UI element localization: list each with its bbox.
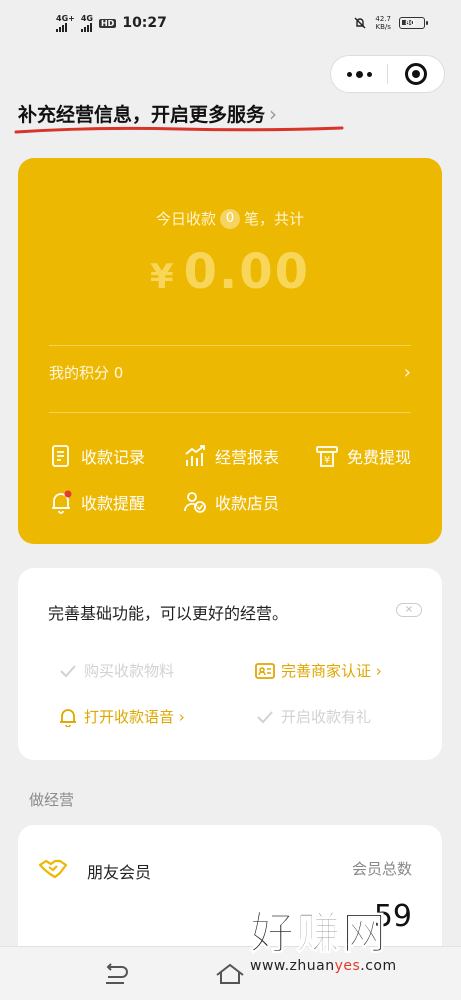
status-right: 42.7 KB/s 80: [353, 15, 428, 31]
home-icon[interactable]: [215, 961, 245, 987]
menu-label: 收款提醒: [81, 494, 146, 513]
withdraw-button[interactable]: ¥ 免费提现: [315, 444, 411, 468]
report-chart-icon: [185, 445, 205, 466]
site-watermark: 好赚网 www.zhuanyes.com: [250, 906, 450, 994]
currency-symbol: ¥: [149, 257, 176, 297]
payment-reminder-button[interactable]: 收款提醒: [49, 490, 145, 514]
menu-label: 收款记录: [81, 448, 146, 467]
today-count: 0: [220, 208, 240, 229]
network-indicator-1: 4G+: [56, 14, 75, 32]
bell-icon: [60, 708, 76, 727]
back-icon[interactable]: [100, 961, 130, 987]
id-card-icon: [255, 662, 275, 679]
menu-label: 收款店员: [215, 494, 280, 513]
status-left: 4G+ 4G HD 10:27: [56, 14, 167, 32]
status-time: 10:27: [122, 15, 167, 31]
menu-label: 免费提现: [347, 448, 412, 467]
close-icon: ×: [404, 604, 414, 615]
signal-icon: [56, 23, 67, 32]
mute-icon: [354, 17, 366, 29]
close-mini-program-button[interactable]: [388, 56, 444, 92]
task-label: 开启收款有礼: [281, 708, 372, 726]
divider: [49, 345, 411, 346]
promo-underline: [14, 126, 344, 134]
signal-icon-2: [80, 23, 92, 32]
network-label-1: 4G+: [56, 14, 75, 23]
chevron-right-icon: ›: [403, 362, 411, 383]
task-label: 打开收款语音 ›: [84, 708, 185, 726]
mini-program-capsule: [330, 55, 445, 93]
today-amount: ¥0.00: [18, 244, 442, 300]
task-buy-materials: 购买收款物料: [58, 660, 174, 681]
task-enable-voice[interactable]: 打开收款语音 ›: [58, 706, 185, 727]
points-label: 我的积分 0: [49, 364, 124, 382]
report-button[interactable]: 经营报表: [183, 444, 279, 468]
watermark-url-highlight: yes: [334, 958, 361, 974]
promo-text: 补充经营信息，开启更多服务: [18, 104, 266, 126]
check-icon: [60, 664, 76, 677]
onboarding-tasks-card: 完善基础功能，可以更好的经营。 × 购买收款物料 完善商家认证 › 打开收款语音…: [18, 568, 442, 760]
summary-card: 今日收款 0 笔，共计 ¥0.00 我的积分 0 › 收款记录 经营报表 ¥ 免…: [18, 158, 442, 544]
target-dot: [412, 70, 420, 78]
withdraw-icon: ¥: [316, 446, 338, 467]
member-total-label: 会员总数: [351, 860, 412, 878]
today-summary: 今日收款 0 笔，共计: [18, 208, 442, 229]
task-payment-gift: 开启收款有礼: [255, 706, 371, 727]
handshake-icon: [38, 859, 68, 879]
receipt-record-button[interactable]: 收款记录: [49, 444, 145, 468]
receipt-record-icon: [52, 445, 69, 467]
bell-icon: [52, 490, 72, 514]
hd-badge: HD: [98, 18, 117, 28]
today-suffix: 笔，共计: [244, 210, 305, 228]
task-label: 购买收款物料: [84, 662, 175, 680]
watermark-logo-text: 好赚网: [250, 908, 388, 960]
member-card-title: 朋友会员: [87, 863, 152, 882]
close-button[interactable]: ×: [396, 603, 422, 617]
today-prefix: 今日收款: [155, 210, 216, 228]
section-title: 做经营: [29, 791, 75, 809]
speed-unit: KB/s: [375, 23, 391, 31]
tasks-title: 完善基础功能，可以更好的经营。: [48, 604, 289, 623]
promo-link[interactable]: 补充经营信息，开启更多服务 ›: [18, 100, 277, 127]
more-menu-button[interactable]: [331, 56, 387, 92]
check-icon: [257, 710, 273, 723]
battery-level: 80: [405, 19, 415, 27]
battery-icon: 80: [399, 17, 428, 29]
points-row[interactable]: 我的积分 0 ›: [49, 362, 411, 383]
menu-label: 经营报表: [215, 448, 280, 467]
chevron-right-icon: ›: [269, 101, 278, 126]
task-label: 完善商家认证 ›: [281, 662, 382, 680]
watermark-url: www.zhuanyes.com: [250, 958, 450, 974]
status-bar: 4G+ 4G HD 10:27 42.7 KB/s 80: [0, 0, 461, 46]
network-label-2: 4G: [80, 14, 93, 23]
target-icon: [405, 63, 427, 85]
divider: [49, 412, 411, 413]
dot-icon: [346, 71, 352, 77]
network-indicator-2: 4G: [80, 14, 93, 32]
speed-value: 42.7: [375, 15, 391, 23]
watermark-url-pre: www.zhuan: [250, 958, 335, 974]
task-merchant-verification[interactable]: 完善商家认证 ›: [255, 660, 382, 681]
svg-text:¥: ¥: [324, 455, 330, 466]
staff-button[interactable]: 收款店员: [183, 490, 279, 514]
watermark-url-post: .com: [360, 958, 397, 974]
staff-icon: [184, 492, 206, 513]
dot-icon: [366, 71, 372, 77]
amount-value: 0.00: [183, 244, 311, 300]
dot-icon: [355, 70, 363, 78]
network-speed: 42.7 KB/s: [375, 15, 391, 31]
